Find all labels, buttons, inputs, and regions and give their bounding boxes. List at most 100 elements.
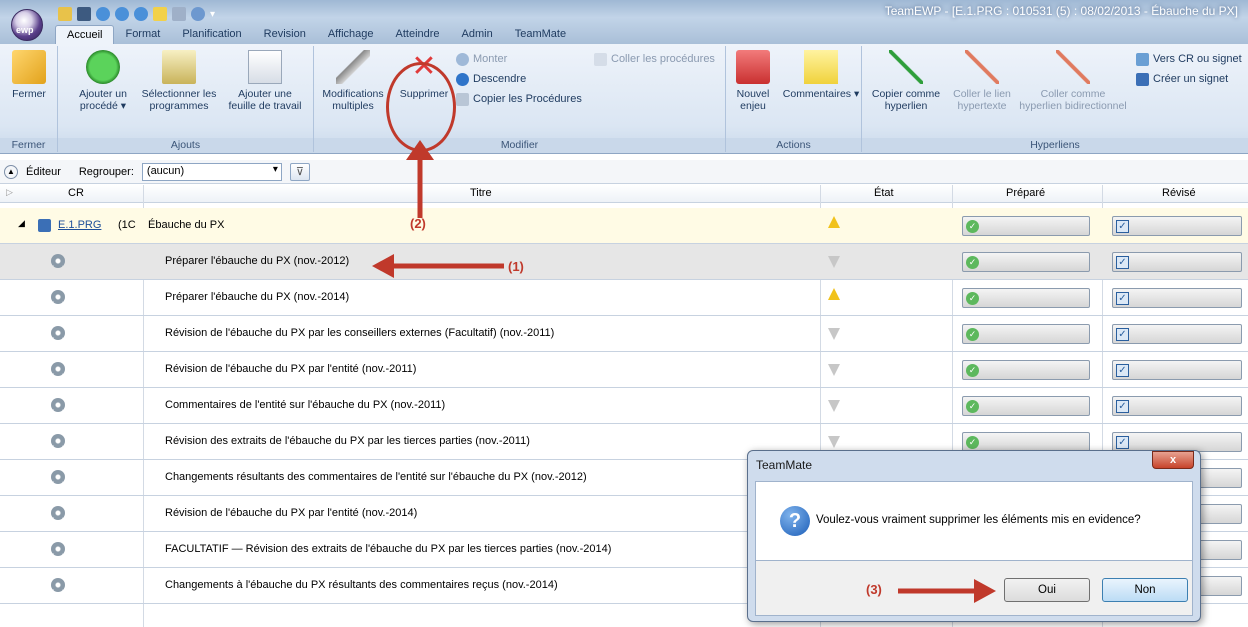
ajouter-feuille-button[interactable]: Ajouter une feuille de travail <box>224 48 306 112</box>
issue-icon <box>736 50 770 84</box>
prepared-signoff[interactable]: ✓ <box>962 252 1090 272</box>
tab-planification[interactable]: Planification <box>171 25 252 44</box>
tab-teammate[interactable]: TeamMate <box>504 25 577 44</box>
dialog-close-button[interactable]: x <box>1152 451 1194 469</box>
checkbox-icon: ✓ <box>1116 220 1129 233</box>
table-row[interactable]: Révision de l'ébauche du PX par les cons… <box>0 316 1248 352</box>
title-bar: ewp ▾ TeamEWP - [E.1.PRG : 010531 (5) : … <box>0 0 1248 44</box>
prepared-signoff[interactable]: ✓ <box>962 396 1090 416</box>
creer-signet-label: Créer un signet <box>1153 73 1229 85</box>
procedure-gear-icon <box>51 326 65 340</box>
filter-button[interactable]: ⊽ <box>289 162 310 181</box>
table-row[interactable]: Révision de l'ébauche du PX par l'entité… <box>0 352 1248 388</box>
refresh-icon[interactable] <box>134 7 148 21</box>
sticky-note-icon <box>804 50 838 84</box>
checkbox-icon: ✓ <box>1116 436 1129 449</box>
creer-signet-button[interactable]: Créer un signet <box>1136 70 1228 88</box>
check-icon: ✓ <box>966 364 979 377</box>
table-row[interactable]: Commentaires de l'entité sur l'ébauche d… <box>0 388 1248 424</box>
program-icon <box>38 219 51 232</box>
reviewed-signoff[interactable]: ✓ <box>1112 432 1242 452</box>
expand-all-icon[interactable]: ▷ <box>6 187 13 198</box>
procedure-gear-icon <box>51 470 65 484</box>
group-label-fermer: Fermer <box>0 138 57 152</box>
check-icon: ✓ <box>966 436 979 449</box>
annotation-arrow-3 <box>898 579 996 603</box>
confirm-dialog: TeamMate x ? Voulez-vous vraiment suppri… <box>747 450 1201 622</box>
modifications-multiples-button[interactable]: Modifications multiples <box>318 48 388 112</box>
prepared-signoff[interactable]: ✓ <box>962 288 1090 308</box>
tab-format[interactable]: Format <box>114 25 171 44</box>
coller-lien-button[interactable]: Coller le lien hypertexte <box>946 48 1018 112</box>
tab-affichage[interactable]: Affichage <box>317 25 385 44</box>
application-orb[interactable]: ewp <box>11 9 43 41</box>
table-row[interactable]: Préparer l'ébauche du PX (nov.-2014) ✓ ✓ <box>0 280 1248 316</box>
back-icon[interactable] <box>96 7 110 21</box>
reviewed-signoff[interactable]: ✓ <box>1112 288 1242 308</box>
grid-header: ▷ CR Titre État Préparé Révisé <box>0 185 1248 203</box>
reviewed-signoff[interactable]: ✓ <box>1112 324 1242 344</box>
copier-procedures-button[interactable]: Copier les Procédures <box>456 90 582 108</box>
header-titre[interactable]: Titre <box>470 187 492 199</box>
reviewed-signoff[interactable]: ✓ <box>1112 396 1242 416</box>
filter-icon: ⊽ <box>295 165 304 178</box>
dialog-footer: (3) Oui Non <box>755 561 1193 616</box>
reviewed-signoff[interactable]: ✓ <box>1112 360 1242 380</box>
checkbox-icon: ✓ <box>1116 400 1129 413</box>
tab-atteindre[interactable]: Atteindre <box>385 25 451 44</box>
tab-accueil[interactable]: Accueil <box>55 25 115 44</box>
oui-button[interactable]: Oui <box>1004 578 1090 602</box>
group-label-actions: Actions <box>726 138 861 152</box>
nouvel-enjeu-button[interactable]: Nouvel enjeu <box>728 48 778 112</box>
header-prepare[interactable]: Préparé <box>1006 187 1045 199</box>
monter-button[interactable]: Monter <box>456 50 507 68</box>
coller-bidirectionnel-button[interactable]: Coller comme hyperlien bidirectionnel <box>1018 48 1128 112</box>
editor-toolbar: ▲ Éditeur Regrouper: (aucun) ⊽ <box>0 160 1248 184</box>
open-folder-icon[interactable] <box>58 7 72 21</box>
reviewed-signoff[interactable]: ✓ <box>1112 216 1242 236</box>
state-normal-icon <box>828 328 840 340</box>
prepared-signoff[interactable]: ✓ <box>962 432 1090 452</box>
programs-book-icon <box>162 50 196 84</box>
worksheet-add-icon <box>248 50 282 84</box>
folder-icon <box>12 50 46 84</box>
copy-icon <box>456 92 469 106</box>
table-row-parent[interactable]: ◢ E.1.PRG (1C Ébauche du PX ✓ ✓ <box>0 208 1248 244</box>
customize-dropdown-icon[interactable]: ▾ <box>210 9 215 20</box>
group-by-label: Regrouper: <box>78 165 134 178</box>
row-title: Révision de l'ébauche du PX par l'entité… <box>165 507 418 519</box>
non-button[interactable]: Non <box>1102 578 1188 602</box>
selectionner-programmes-button[interactable]: Sélectionner les programmes <box>140 48 218 112</box>
commentaires-button[interactable]: Commentaires ▾ <box>782 48 860 100</box>
collapse-editor-icon[interactable]: ▲ <box>4 164 18 179</box>
table-row[interactable]: Préparer l'ébauche du PX (nov.-2012) ✓ ✓ <box>0 244 1248 280</box>
copier-procedures-label: Copier les Procédures <box>473 93 582 105</box>
prepared-signoff[interactable]: ✓ <box>962 324 1090 344</box>
prepared-signoff[interactable]: ✓ <box>962 216 1090 236</box>
header-etat[interactable]: État <box>874 187 894 199</box>
group-by-select[interactable]: (aucun) <box>141 162 282 181</box>
help-icon[interactable] <box>191 7 205 21</box>
fermer-button[interactable]: Fermer <box>4 48 54 100</box>
ajouter-procede-button[interactable]: Ajouter un procédé ▾ <box>74 48 132 112</box>
vers-cr-signet-button[interactable]: Vers CR ou signet <box>1136 50 1242 68</box>
note-icon[interactable] <box>153 7 167 21</box>
coller-procedures-button[interactable]: Coller les procédures <box>594 50 715 68</box>
pen-icon[interactable] <box>172 7 186 21</box>
tab-revision[interactable]: Revision <box>253 25 317 44</box>
group-fermer: Fermer Fermer <box>0 46 58 152</box>
save-icon[interactable] <box>77 7 91 21</box>
collapse-row-icon[interactable]: ◢ <box>18 218 25 229</box>
annotation-label-2: (2) <box>410 216 426 231</box>
forward-icon[interactable] <box>115 7 129 21</box>
header-revise[interactable]: Révisé <box>1162 187 1196 199</box>
reviewed-signoff[interactable]: ✓ <box>1112 252 1242 272</box>
procedure-gear-icon <box>51 398 65 412</box>
prepared-signoff[interactable]: ✓ <box>962 360 1090 380</box>
header-cr[interactable]: CR <box>68 187 84 199</box>
descendre-button[interactable]: Descendre <box>456 70 526 88</box>
tab-admin[interactable]: Admin <box>451 25 504 44</box>
copier-hyperlien-button[interactable]: Copier comme hyperlien <box>868 48 944 112</box>
ajouter-feuille-label: Ajouter une feuille de travail <box>228 88 302 112</box>
parent-cr-link[interactable]: E.1.PRG <box>58 219 101 231</box>
